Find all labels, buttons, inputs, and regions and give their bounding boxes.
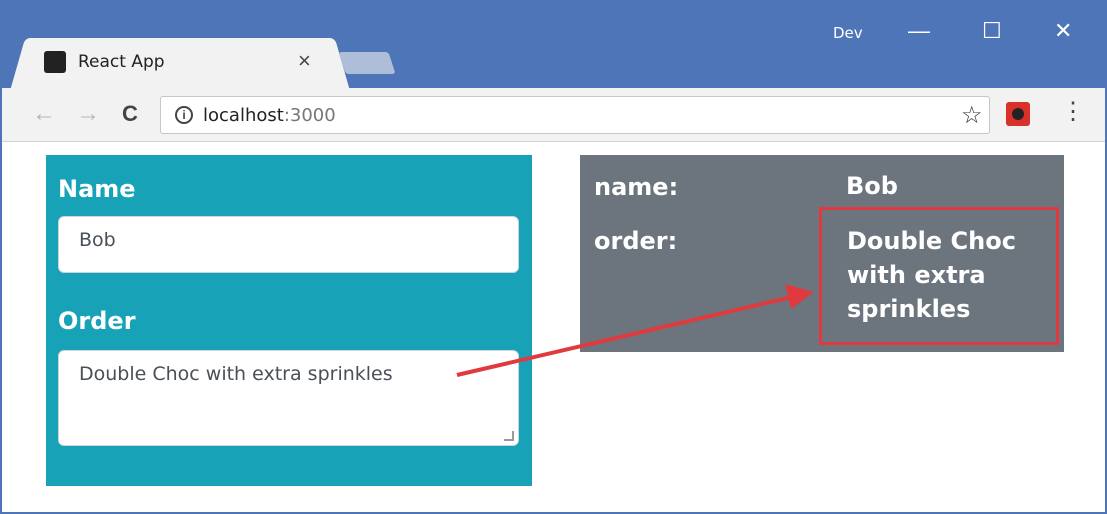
tab-react-app[interactable]: React App ×: [32, 38, 328, 88]
summary-order-value: Double Choc with extra sprinkles: [847, 227, 1016, 323]
url-port: :3000: [283, 105, 336, 126]
highlight-box: Double Choc with extra sprinkles: [819, 207, 1059, 345]
bookmark-star-icon[interactable]: ☆: [961, 101, 983, 130]
menu-icon[interactable]: ⋮: [1061, 98, 1085, 126]
browser-window: React App × Dev — ☐ ✕ ← → C i localhost:…: [0, 0, 1107, 514]
order-textarea[interactable]: Double Choc with extra sprinkles: [58, 350, 519, 446]
tab-title: React App: [78, 52, 165, 72]
profile-name[interactable]: Dev: [833, 24, 863, 42]
name-input-value: Bob: [79, 229, 116, 251]
summary-order-key: order:: [594, 227, 678, 255]
browser-toolbar: ← → C i localhost:3000 ☆ ⋮: [2, 88, 1105, 142]
react-favicon-icon: [44, 51, 66, 73]
order-form-panel: Name Bob Order Double Choc with extra sp…: [46, 155, 532, 486]
info-icon[interactable]: i: [175, 106, 193, 124]
minimize-icon[interactable]: —: [908, 16, 930, 46]
extension-icon[interactable]: [1006, 102, 1030, 126]
name-input[interactable]: Bob: [58, 216, 519, 273]
maximize-icon[interactable]: ☐: [982, 16, 1002, 46]
summary-panel: name: Bob order: Double Choc with extra …: [580, 155, 1064, 352]
order-textarea-value: Double Choc with extra sprinkles: [79, 363, 393, 385]
title-bar: React App × Dev — ☐ ✕: [2, 0, 1105, 88]
forward-arrow-icon[interactable]: →: [76, 100, 100, 128]
name-label: Name: [58, 175, 136, 203]
order-label: Order: [58, 307, 136, 335]
reload-icon[interactable]: C: [122, 100, 138, 128]
close-window-icon[interactable]: ✕: [1054, 16, 1072, 46]
new-tab-button[interactable]: [338, 52, 396, 74]
summary-name-key: name:: [594, 173, 679, 201]
summary-name-value: Bob: [846, 172, 898, 200]
back-arrow-icon[interactable]: ←: [32, 100, 56, 128]
resize-grip-icon[interactable]: [504, 431, 514, 441]
tab-close-icon[interactable]: ×: [298, 49, 311, 73]
address-bar[interactable]: i localhost:3000 ☆: [160, 96, 990, 134]
url-text[interactable]: localhost:3000: [203, 105, 336, 126]
url-host: localhost: [203, 105, 284, 126]
